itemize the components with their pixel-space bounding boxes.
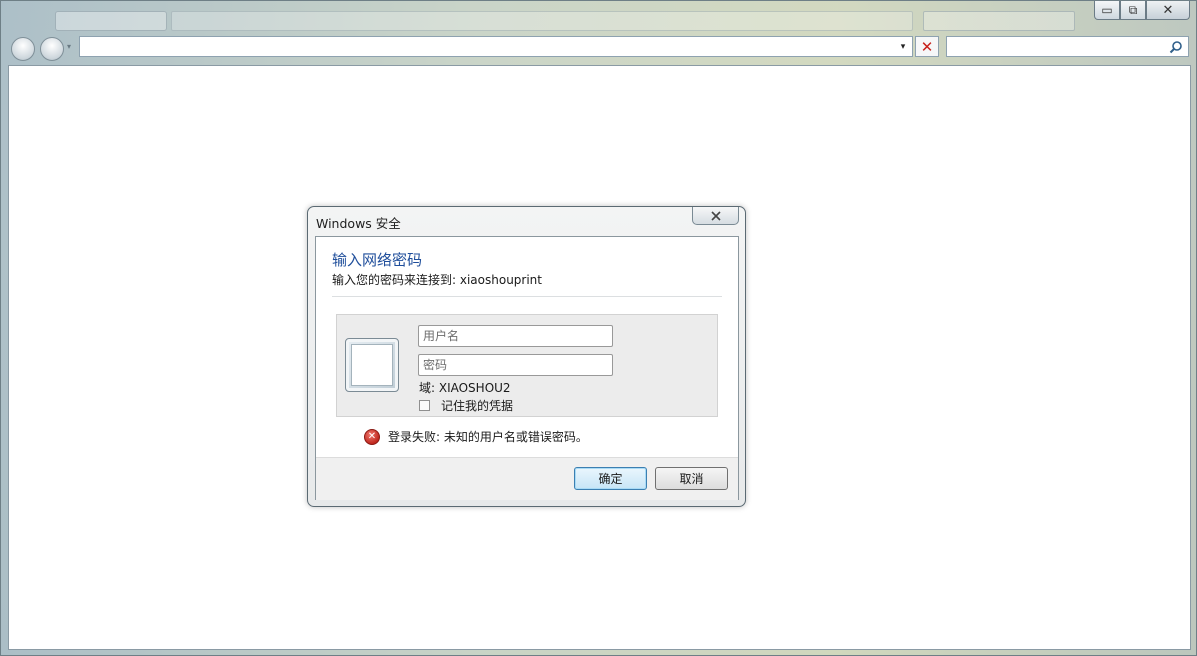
security-dialog: Windows 安全 输入网络密码 输入您的密码来连接到: xiaoshoupr… [307, 206, 746, 507]
domain-label: 域: XIAOSHOU2 [419, 381, 511, 395]
user-avatar-icon [345, 338, 399, 392]
credential-tile[interactable]: 域: XIAOSHOU2 记住我的凭据 [336, 314, 718, 417]
dialog-heading: 输入网络密码 [332, 251, 423, 269]
faded-tab [55, 11, 167, 31]
dialog-subheading: 输入您的密码来连接到: xiaoshouprint [332, 273, 542, 287]
window-caption-buttons: ▭ ⧉ ✕ [1094, 1, 1190, 20]
avatar-frame [351, 344, 393, 386]
search-icon[interactable] [1168, 39, 1184, 55]
error-message: ✕ 登录失败: 未知的用户名或错误密码。 [364, 428, 588, 445]
cancel-button[interactable]: 取消 [655, 467, 728, 490]
faded-search-area [923, 11, 1075, 31]
forward-button[interactable] [40, 37, 64, 61]
minimize-button[interactable]: ▭ [1094, 1, 1120, 20]
faded-title-area [171, 11, 913, 31]
stop-icon[interactable]: ✕ [915, 36, 939, 57]
search-input[interactable] [946, 36, 1189, 57]
dialog-close-button[interactable] [692, 207, 739, 225]
ok-button[interactable]: 确定 [574, 467, 647, 490]
password-field[interactable] [418, 354, 613, 376]
back-button[interactable] [11, 37, 35, 61]
dialog-title: Windows 安全 [316, 216, 401, 231]
address-bar[interactable]: ▾ [79, 36, 913, 57]
error-text: 登录失败: 未知的用户名或错误密码。 [388, 430, 588, 444]
close-icon [710, 210, 721, 221]
username-field[interactable] [418, 325, 613, 347]
close-window-button[interactable]: ✕ [1146, 1, 1190, 20]
restore-button[interactable]: ⧉ [1120, 1, 1146, 20]
dialog-footer: 确定 取消 [316, 457, 738, 500]
title-bar: ▭ ⧉ ✕ [1, 1, 1196, 35]
remember-label[interactable]: 记住我的凭据 [441, 397, 513, 414]
divider [332, 296, 722, 297]
dialog-body: 输入网络密码 输入您的密码来连接到: xiaoshouprint 域: XIAO… [315, 236, 739, 500]
error-icon: ✕ [364, 428, 380, 445]
history-dropdown-icon[interactable]: ▾ [67, 42, 71, 51]
address-dropdown-icon[interactable]: ▾ [896, 37, 910, 56]
remember-credentials[interactable]: 记住我的凭据 [419, 397, 513, 414]
remember-checkbox[interactable] [419, 400, 430, 411]
